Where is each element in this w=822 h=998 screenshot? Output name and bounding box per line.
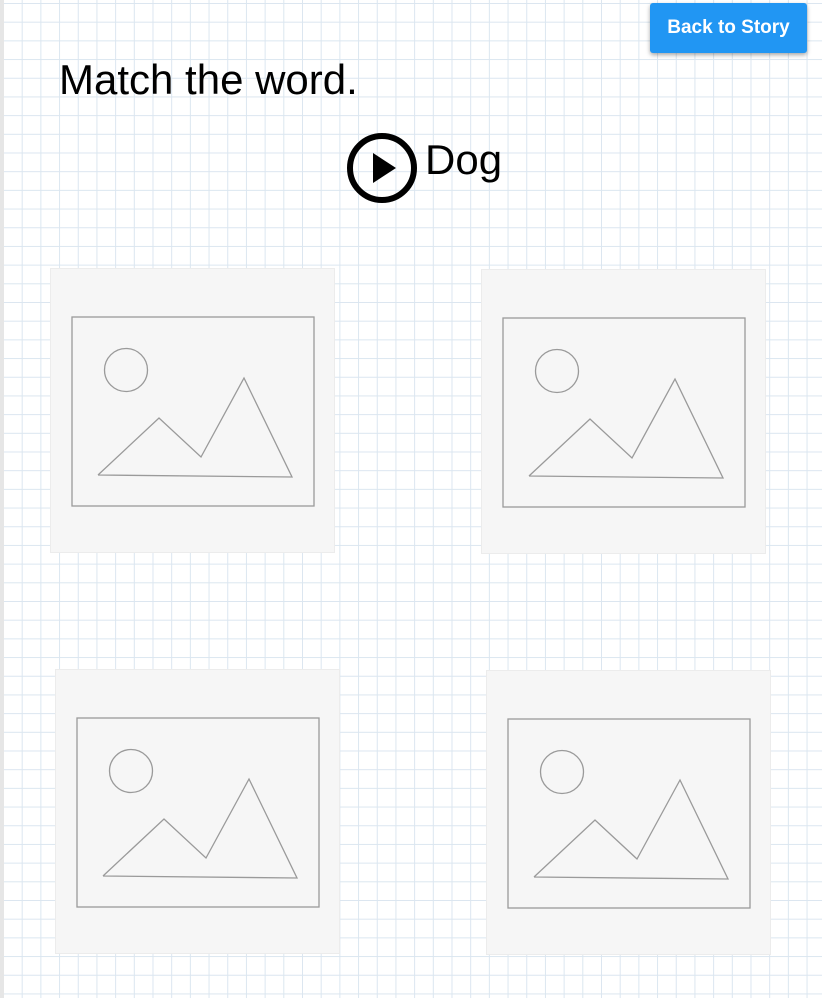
word-prompt: Dog bbox=[347, 133, 502, 203]
image-choice-1[interactable] bbox=[50, 268, 335, 553]
page-title: Match the word. bbox=[59, 56, 358, 103]
target-word: Dog bbox=[425, 136, 503, 183]
image-choice-3[interactable] bbox=[55, 669, 340, 954]
image-placeholder-icon bbox=[76, 717, 320, 908]
image-choice-2[interactable] bbox=[481, 269, 766, 554]
play-audio-button[interactable] bbox=[347, 133, 417, 203]
image-placeholder-icon bbox=[507, 718, 751, 909]
play-circle-icon bbox=[347, 133, 417, 203]
image-placeholder-icon bbox=[502, 317, 746, 508]
back-to-story-button[interactable]: Back to Story bbox=[650, 3, 807, 53]
image-choice-4[interactable] bbox=[486, 670, 771, 955]
page-edge bbox=[0, 0, 4, 998]
image-placeholder-icon bbox=[71, 316, 315, 507]
